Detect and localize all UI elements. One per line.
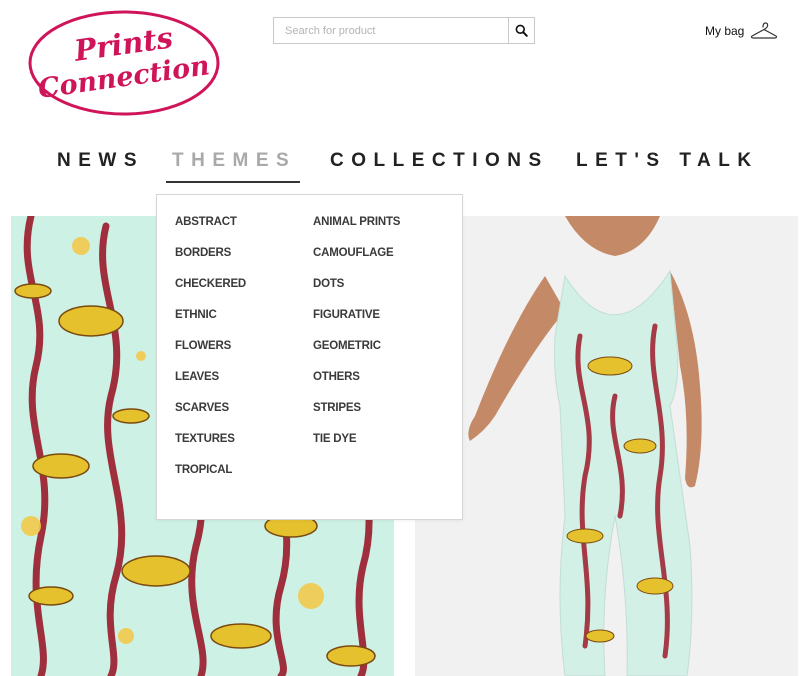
menu-item-abstract[interactable]: ABSTRACT — [175, 216, 237, 228]
menu-item-geometric[interactable]: GEOMETRIC — [313, 340, 381, 352]
search-input[interactable] — [274, 18, 508, 43]
hanger-icon — [751, 22, 778, 39]
active-nav-underline — [166, 181, 300, 183]
menu-item-animal-prints[interactable]: ANIMAL PRINTS — [313, 216, 400, 228]
menu-item-textures[interactable]: TEXTURES — [175, 433, 235, 445]
nav-themes[interactable]: THEMES — [172, 150, 296, 172]
nav-news[interactable]: NEWS — [57, 150, 144, 172]
menu-item-scarves[interactable]: SCARVES — [175, 402, 229, 414]
model-jumpsuit-image[interactable] — [415, 216, 798, 676]
search-button[interactable] — [508, 18, 534, 43]
search-bar — [273, 17, 535, 44]
my-bag-label: My bag — [705, 24, 745, 38]
menu-item-figurative[interactable]: FIGURATIVE — [313, 309, 380, 321]
menu-item-borders[interactable]: BORDERS — [175, 247, 231, 259]
main-nav: NEWS THEMES COLLECTIONS LET'S TALK — [0, 150, 812, 184]
menu-item-flowers[interactable]: FLOWERS — [175, 340, 231, 352]
nav-lets-talk[interactable]: LET'S TALK — [576, 150, 759, 172]
search-icon — [515, 24, 528, 37]
menu-item-stripes[interactable]: STRIPES — [313, 402, 361, 414]
menu-item-camouflage[interactable]: CAMOUFLAGE — [313, 247, 394, 259]
nav-collections[interactable]: COLLECTIONS — [330, 150, 549, 172]
menu-item-dots[interactable]: DOTS — [313, 278, 344, 290]
menu-item-others[interactable]: OTHERS — [313, 371, 360, 383]
menu-item-ethnic[interactable]: ETHNIC — [175, 309, 217, 321]
brand-logo[interactable]: Prints Connection — [27, 8, 221, 118]
menu-item-tie-dye[interactable]: TIE DYE — [313, 433, 357, 445]
menu-item-tropical[interactable]: TROPICAL — [175, 464, 232, 476]
menu-item-leaves[interactable]: LEAVES — [175, 371, 219, 383]
my-bag-link[interactable]: My bag — [705, 21, 778, 41]
menu-item-checkered[interactable]: CHECKERED — [175, 278, 246, 290]
themes-dropdown-menu: ABSTRACT BORDERS CHECKERED ETHNIC FLOWER… — [156, 194, 463, 520]
